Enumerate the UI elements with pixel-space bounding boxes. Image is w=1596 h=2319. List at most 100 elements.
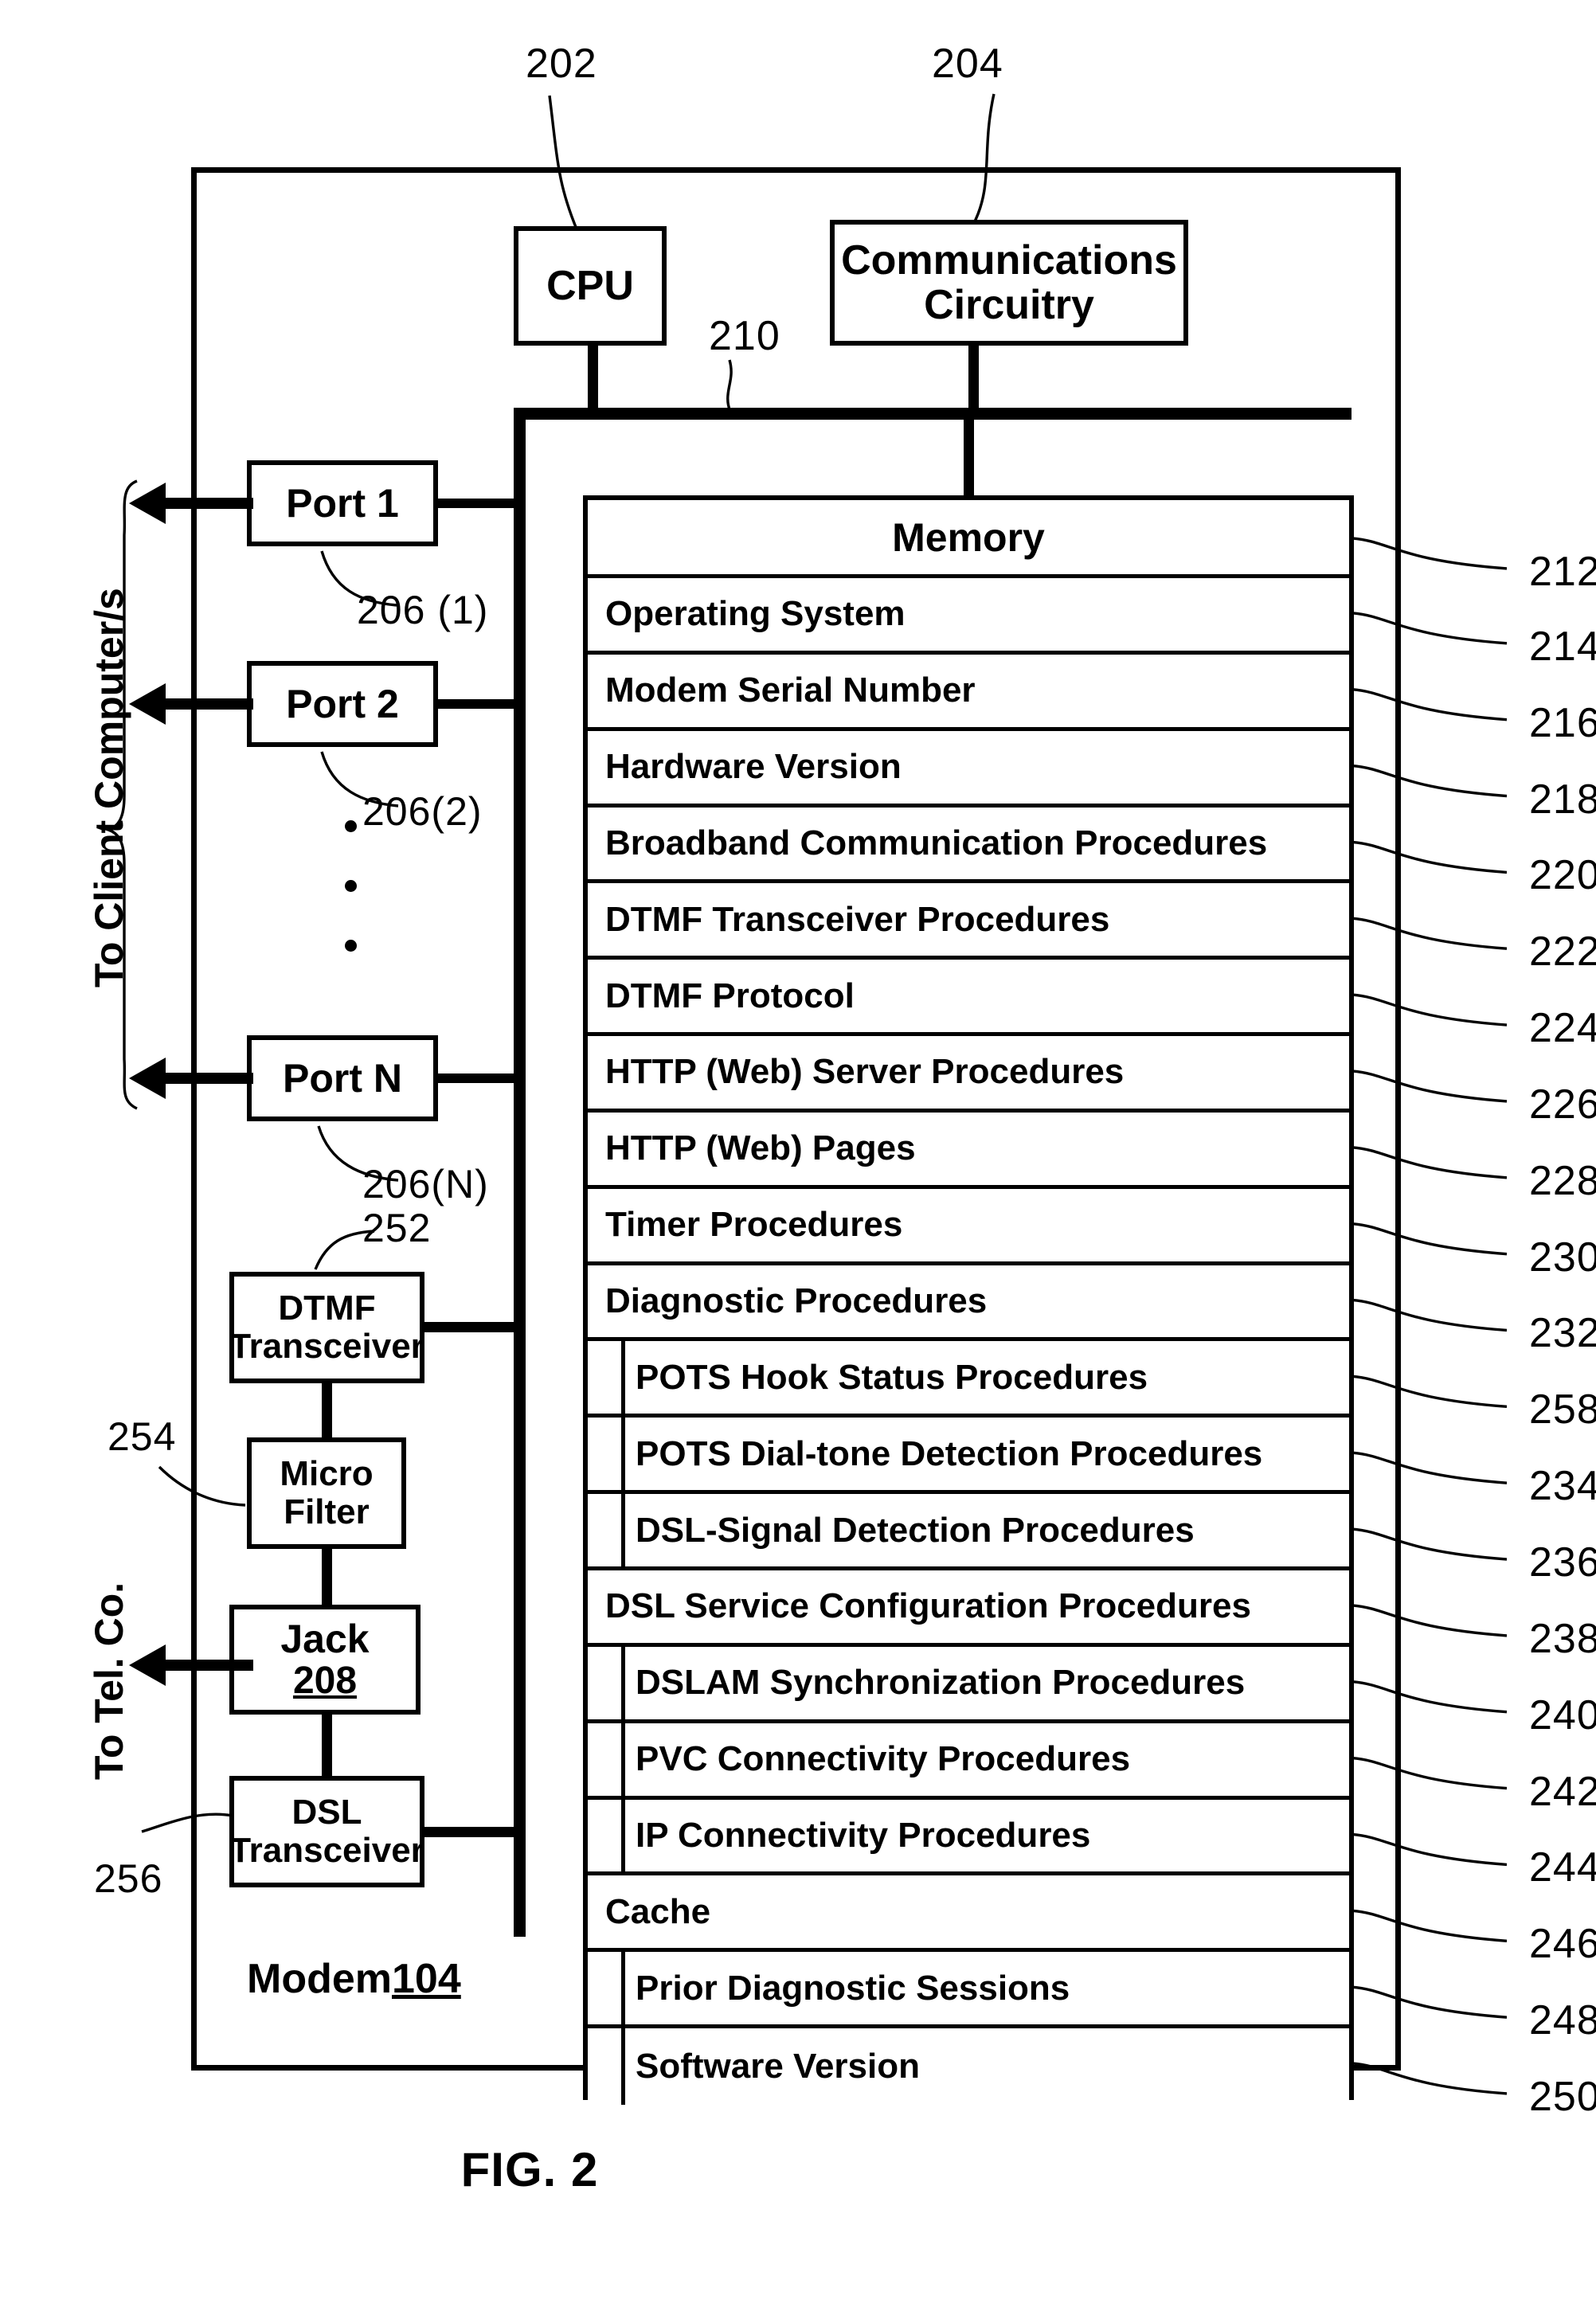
port-1-arrowhead-icon xyxy=(129,483,166,524)
reference-numeral-206-1: 206 (1) xyxy=(357,588,489,632)
dtmf-to-microfilter-connector xyxy=(322,1383,332,1437)
memory-row: IP Connectivity Procedures xyxy=(588,1795,1349,1876)
reference-numeral-248: 248 xyxy=(1529,1997,1596,2044)
reference-numeral-254: 254 xyxy=(108,1414,177,1459)
port-1-bus-connector xyxy=(436,499,516,508)
memory-title: Memory xyxy=(892,514,1045,560)
port-2-block: Port 2 xyxy=(247,661,438,747)
dtmf-label-line1: DTMF xyxy=(278,1289,376,1328)
ports-ellipsis xyxy=(338,796,362,976)
memory-row: Diagnostic Procedures xyxy=(588,1265,1349,1342)
memory-row-label: DSLAM Synchronization Procedures xyxy=(636,1663,1246,1703)
reference-numeral-230: 230 xyxy=(1529,1234,1596,1281)
reference-numeral-240: 240 xyxy=(1529,1691,1596,1738)
system-bus-horizontal xyxy=(514,408,1352,420)
reference-numeral-232: 232 xyxy=(1529,1310,1596,1357)
memory-row: DTMF Protocol xyxy=(588,960,1349,1037)
reference-numeral-226: 226 xyxy=(1529,1081,1596,1128)
dtmf-label-line2: Transceiver xyxy=(229,1327,424,1366)
microfilter-to-jack-connector xyxy=(322,1549,332,1605)
reference-numeral-244: 244 xyxy=(1529,1844,1596,1891)
memory-row: Prior Diagnostic Sessions xyxy=(588,1952,1349,2029)
port-n-label: Port N xyxy=(283,1056,402,1101)
system-bus-vertical xyxy=(514,408,526,1937)
modem-label-number: 104 xyxy=(392,1956,461,2002)
microfilter-label-line1: Micro xyxy=(280,1454,374,1494)
reference-numeral-220: 220 xyxy=(1529,852,1596,899)
reference-numeral-218: 218 xyxy=(1529,776,1596,823)
port-2-label: Port 2 xyxy=(286,682,399,726)
memory-row-label: Hardware Version xyxy=(605,747,902,787)
reference-numeral-234: 234 xyxy=(1529,1463,1596,1510)
memory-row: Timer Procedures xyxy=(588,1188,1349,1265)
to-telco-label: To Tel. Co. xyxy=(87,1582,131,1780)
reference-numeral-206-n: 206(N) xyxy=(362,1162,489,1206)
jack-arrowhead-icon xyxy=(129,1644,166,1686)
communications-label-line1: Communications xyxy=(841,237,1177,284)
reference-numeral-256: 256 xyxy=(94,1856,163,1901)
reference-numeral-236: 236 xyxy=(1529,1539,1596,1586)
cpu-bus-stem xyxy=(588,346,598,411)
memory-row: DSLAM Synchronization Procedures xyxy=(588,1646,1349,1723)
dtmf-bus-connector xyxy=(424,1322,520,1332)
memory-row: Hardware Version xyxy=(588,730,1349,808)
communications-label-line2: Circuitry xyxy=(924,282,1094,328)
microfilter-label-line2: Filter xyxy=(284,1492,370,1531)
port-n-block: Port N xyxy=(247,1035,438,1121)
memory-block: Memory Operating System Modem Serial Numb… xyxy=(583,495,1354,2105)
dsl-bus-connector xyxy=(424,1827,520,1837)
memory-row-label: HTTP (Web) Pages xyxy=(605,1128,916,1168)
modem-label-text: Modem xyxy=(247,1956,392,2002)
jack-arrow-stem xyxy=(159,1660,253,1671)
jack-label: Jack xyxy=(280,1617,370,1662)
dsl-label-line2: Transceiver xyxy=(229,1831,424,1870)
reference-numeral-252: 252 xyxy=(362,1206,432,1250)
memory-row-label: POTS Hook Status Procedures xyxy=(636,1357,1148,1397)
memory-row: PVC Connectivity Procedures xyxy=(588,1719,1349,1800)
reference-numeral-202: 202 xyxy=(526,41,597,87)
communications-bus-stem xyxy=(968,346,979,411)
cpu-label: CPU xyxy=(546,262,634,309)
memory-row-label: PVC Connectivity Procedures xyxy=(636,1739,1131,1779)
memory-row-label: Timer Procedures xyxy=(605,1205,903,1245)
reference-numeral-222: 222 xyxy=(1529,929,1596,976)
memory-row-label: Diagnostic Procedures xyxy=(605,1281,988,1321)
reference-numeral-214: 214 xyxy=(1529,623,1596,670)
ellipsis-dot xyxy=(344,940,357,952)
reference-numeral-242: 242 xyxy=(1529,1768,1596,1815)
micro-filter-block: Micro Filter xyxy=(247,1437,406,1549)
reference-numeral-224: 224 xyxy=(1529,1005,1596,1052)
memory-bus-stem xyxy=(964,416,974,499)
port-n-arrow-stem xyxy=(159,1073,253,1084)
memory-row-label: Modem Serial Number xyxy=(605,671,976,710)
port-1-block: Port 1 xyxy=(247,460,438,546)
memory-row: Software Version xyxy=(588,2024,1349,2105)
ellipsis-dot xyxy=(344,880,357,892)
port-n-bus-connector xyxy=(436,1073,516,1083)
memory-row-label: Prior Diagnostic Sessions xyxy=(636,1968,1070,2008)
memory-row: DTMF Transceiver Procedures xyxy=(588,883,1349,960)
memory-row: DSL-Signal Detection Procedures xyxy=(588,1490,1349,1570)
reference-numeral-204: 204 xyxy=(932,41,1003,87)
modem-enclosure-label: Modem104 xyxy=(247,1955,461,2003)
jack-block: Jack 208 xyxy=(229,1605,421,1715)
ellipsis-dot xyxy=(344,820,357,832)
memory-row-label: Operating System xyxy=(605,594,906,634)
port-2-arrow-stem xyxy=(159,698,253,710)
communications-circuitry-block: Communications Circuitry xyxy=(830,220,1188,346)
port-2-bus-connector xyxy=(436,699,516,709)
reference-numeral-238: 238 xyxy=(1529,1615,1596,1662)
memory-row: Modem Serial Number xyxy=(588,654,1349,731)
memory-row: DSL Service Configuration Procedures xyxy=(588,1570,1349,1647)
reference-numeral-246: 246 xyxy=(1529,1921,1596,1968)
reference-numeral-250: 250 xyxy=(1529,2073,1596,2120)
memory-row: HTTP (Web) Pages xyxy=(588,1112,1349,1189)
jack-to-dsl-connector xyxy=(322,1715,332,1776)
port-n-arrowhead-icon xyxy=(129,1058,166,1099)
figure-caption: FIG. 2 xyxy=(460,2143,599,2196)
memory-row: HTTP (Web) Server Procedures xyxy=(588,1036,1349,1113)
memory-row-label: Cache xyxy=(605,1891,711,1931)
memory-row-label: DSL Service Configuration Procedures xyxy=(605,1586,1251,1626)
memory-row: POTS Dial-tone Detection Procedures xyxy=(588,1414,1349,1495)
memory-row-label: Broadband Communication Procedures xyxy=(605,823,1268,862)
